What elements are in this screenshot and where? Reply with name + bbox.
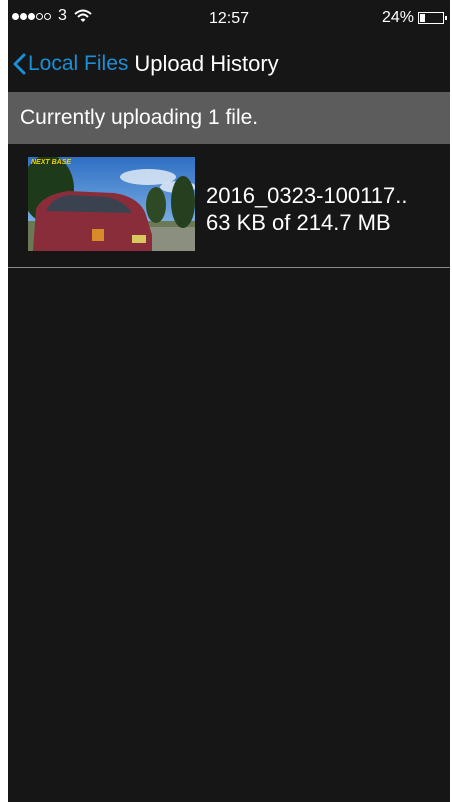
battery-fill	[420, 14, 425, 22]
battery-icon	[418, 12, 447, 24]
page-title: Upload History	[134, 51, 279, 76]
upload-status-banner: Currently uploading 1 file.	[8, 92, 450, 144]
upload-status-text: Currently uploading 1 file.	[20, 106, 259, 129]
screen: 3 12:57 24% Local Files Upload History C…	[8, 0, 450, 802]
file-info: 2016_0323-100117.. 63 KB of 214.7 MB	[206, 182, 407, 236]
video-thumbnail: NEXT BASE	[28, 157, 195, 251]
back-button[interactable]: Local Files	[12, 52, 128, 76]
back-button-label: Local Files	[28, 52, 129, 75]
navigation-bar: Local Files Upload History	[8, 36, 450, 92]
file-name: 2016_0323-100117..	[206, 183, 408, 208]
chevron-left-icon	[12, 53, 26, 75]
thumbnail-logo: NEXT BASE	[31, 159, 72, 166]
battery-status: 24%	[381, 9, 447, 27]
battery-nub	[445, 16, 447, 20]
upload-list-item[interactable]: NEXT BASE 2016_0323-100117.. 63 KB of 21…	[8, 144, 450, 268]
upload-progress-text: 63 KB of 214.7 MB	[206, 210, 391, 235]
battery-percent: 24%	[381, 9, 414, 26]
status-bar: 3 12:57 24%	[8, 0, 450, 36]
